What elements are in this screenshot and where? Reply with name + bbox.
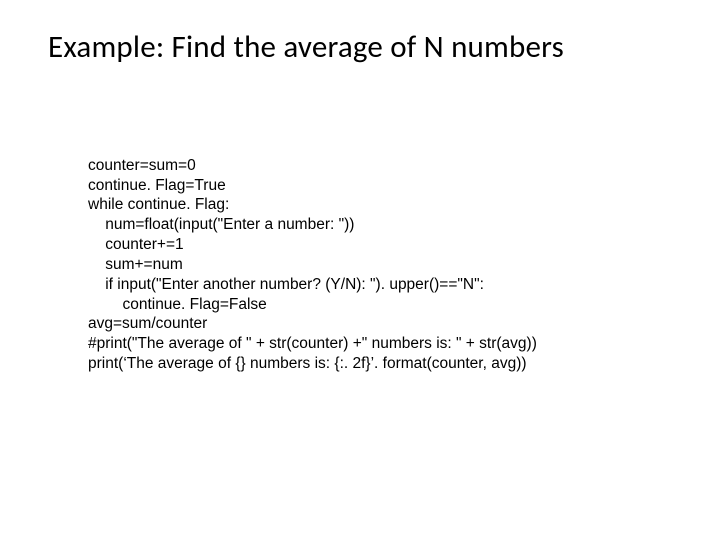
code-line: num=float(input("Enter a number: ")) <box>88 216 354 233</box>
slide: Example: Find the average of N numbers c… <box>0 0 720 540</box>
code-line: if input("Enter another number? (Y/N): "… <box>88 276 484 293</box>
code-line: print(‘The average of {} numbers is: {:.… <box>88 355 527 372</box>
code-line: continue. Flag=True <box>88 177 226 194</box>
code-line: while continue. Flag: <box>88 196 229 213</box>
code-line: avg=sum/counter <box>88 315 207 332</box>
slide-title: Example: Find the average of N numbers <box>48 28 680 66</box>
code-line: sum+=num <box>88 256 183 273</box>
code-line: counter+=1 <box>88 236 184 253</box>
code-line: counter=sum=0 <box>88 157 196 174</box>
code-line: #print("The average of " + str(counter) … <box>88 335 537 352</box>
code-line: continue. Flag=False <box>88 296 267 313</box>
code-block: counter=sum=0 continue. Flag=True while … <box>88 136 537 394</box>
